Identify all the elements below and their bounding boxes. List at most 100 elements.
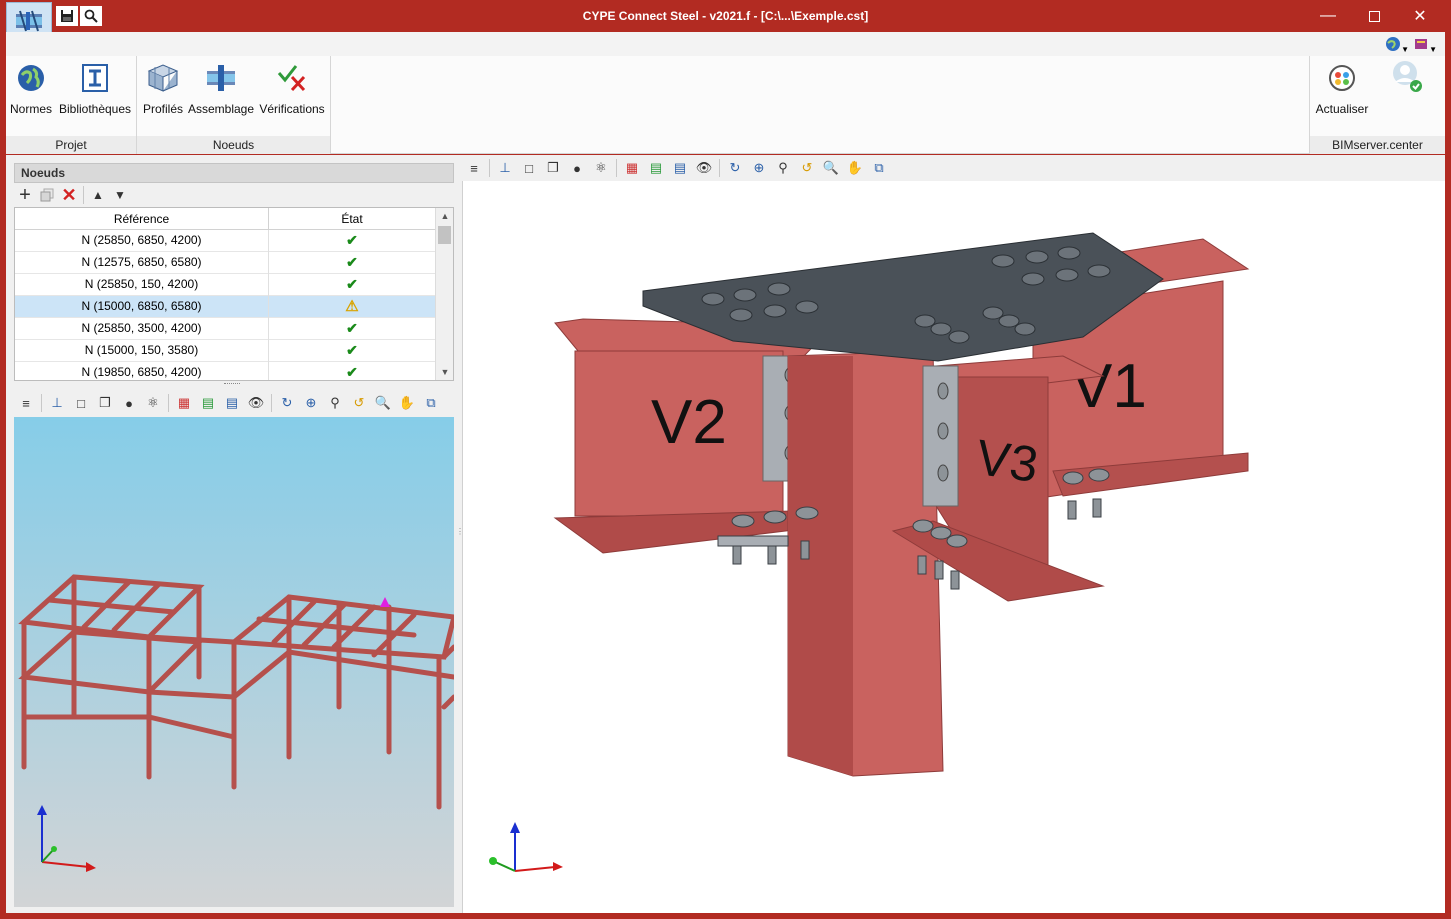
window-title: CYPE Connect Steel - v2021.f - [C:\...\E…: [582, 9, 869, 23]
bibliotheques-button[interactable]: Bibliothèques: [57, 58, 133, 134]
section-button[interactable]: ▤: [196, 392, 220, 414]
visibility-button[interactable]: 👁: [692, 157, 716, 179]
ribbon: Normes Bibliothèques Projet Profilés Ass…: [6, 56, 1445, 154]
maximize-icon: [1368, 10, 1380, 22]
separator: [168, 394, 169, 412]
plane-button[interactable]: ▤: [220, 392, 244, 414]
pan-button[interactable]: ✋: [843, 157, 867, 179]
verifications-button[interactable]: Vérifications: [258, 58, 326, 134]
maximize-button[interactable]: [1351, 0, 1397, 32]
render-button[interactable]: ●: [565, 157, 589, 179]
panel-splitter-handle[interactable]: [224, 383, 240, 387]
export-icon: ⧉: [874, 160, 884, 175]
view-splitter-handle[interactable]: ⋮: [456, 527, 464, 541]
beam-label-v2: V2: [651, 388, 727, 457]
zoom-window-button[interactable]: 🔍: [819, 157, 843, 179]
export-view-button[interactable]: ⧉: [419, 392, 443, 414]
scroll-down-icon[interactable]: ▼: [436, 364, 453, 380]
views-button[interactable]: ❐: [541, 157, 565, 179]
verifications-label: Vérifications: [259, 102, 325, 116]
main-axis-triad: [489, 822, 563, 872]
export-view-button[interactable]: ⧉: [867, 157, 891, 179]
minimize-button[interactable]: —: [1305, 0, 1351, 32]
assembly-icon: [207, 65, 235, 91]
zoom-window-button[interactable]: 🔍: [371, 392, 395, 414]
help-book-icon: [1415, 39, 1428, 49]
layers-button[interactable]: ≡: [14, 392, 38, 414]
table-header: Référence État: [15, 208, 435, 230]
zoom-extents-button[interactable]: ⊕: [747, 157, 771, 179]
refresh-view-button[interactable]: ↺: [347, 392, 371, 414]
section-button[interactable]: ▤: [644, 157, 668, 179]
add-node-button[interactable]: +: [14, 183, 36, 206]
render-button[interactable]: ●: [117, 392, 141, 414]
clip-button[interactable]: ▦: [620, 157, 644, 179]
connection-canvas: V1 V2 V3: [489, 232, 1250, 872]
scroll-up-icon[interactable]: ▲: [436, 208, 453, 224]
help-button[interactable]: ▼: [1413, 36, 1437, 55]
profiles-button[interactable]: Profilés: [141, 58, 185, 134]
delete-node-button[interactable]: ✕: [58, 185, 80, 205]
orbit-button[interactable]: ⚛: [141, 392, 165, 414]
table-row[interactable]: N (25850, 3500, 4200) ✔: [15, 318, 435, 340]
zoom-icon: ⚲: [778, 160, 788, 175]
connection-3d-view[interactable]: V1 V2 V3: [462, 181, 1445, 913]
axes-view-button[interactable]: ⊥: [45, 392, 69, 414]
user-account-button[interactable]: [1390, 60, 1424, 97]
orbit-button[interactable]: ⚛: [589, 157, 613, 179]
cube-icon: □: [77, 395, 85, 411]
axes-icon: ⊥: [499, 160, 511, 175]
cube-view-button[interactable]: □: [517, 157, 541, 179]
separator: [719, 159, 720, 177]
move-up-button[interactable]: ▲: [87, 185, 109, 205]
table-scrollbar[interactable]: ▲ ▼: [435, 208, 453, 380]
column-header-etat[interactable]: État: [269, 208, 435, 230]
actualiser-button[interactable]: Actualiser: [1312, 58, 1372, 134]
plane-button[interactable]: ▤: [668, 157, 692, 179]
structure-mini-view[interactable]: [14, 417, 454, 907]
client-area: Noeuds + ✕ ▲ ▼ Référence État N (25850, …: [6, 155, 1445, 913]
section-icon: ▤: [649, 160, 663, 175]
close-button[interactable]: ✕: [1397, 0, 1443, 32]
zoom-button[interactable]: ⚲: [771, 157, 795, 179]
pan-button[interactable]: ✋: [395, 392, 419, 414]
rotate-button[interactable]: ↻: [275, 392, 299, 414]
table-row[interactable]: N (15000, 150, 3580) ✔: [15, 340, 435, 362]
status-ok-icon: ✔: [346, 364, 358, 380]
table-row[interactable]: N (25850, 6850, 4200) ✔: [15, 230, 435, 252]
assemblage-button[interactable]: Assemblage: [187, 58, 255, 134]
hand-icon: ✋: [398, 395, 416, 410]
close-icon: ✕: [1413, 8, 1427, 25]
structure-canvas: [14, 417, 454, 907]
move-down-button[interactable]: ▼: [109, 185, 131, 205]
language-button[interactable]: ▼: [1385, 36, 1409, 55]
visibility-button[interactable]: 👁: [244, 392, 268, 414]
copy-node-button[interactable]: [36, 185, 58, 205]
export-icon: ⧉: [426, 395, 436, 410]
plus-icon: +: [19, 183, 31, 206]
normes-button[interactable]: Normes: [8, 58, 54, 134]
cube-view-button[interactable]: □: [69, 392, 93, 414]
zoom-button[interactable]: ⚲: [323, 392, 347, 414]
column-header-reference[interactable]: Référence: [15, 208, 269, 230]
views-icon: ❐: [99, 395, 111, 410]
separator: [271, 394, 272, 412]
clip-button[interactable]: ▦: [172, 392, 196, 414]
rotate-button[interactable]: ↻: [723, 157, 747, 179]
zoom-extents-button[interactable]: ⊕: [299, 392, 323, 414]
table-row[interactable]: N (12575, 6850, 6580) ✔: [15, 252, 435, 274]
beam-label-v3: V3: [973, 429, 1041, 493]
table-row[interactable]: N (19850, 6850, 4200) ✔: [15, 362, 435, 380]
profiles-icon: [147, 64, 179, 92]
refresh-view-button[interactable]: ↺: [795, 157, 819, 179]
views-icon: ❐: [547, 160, 559, 175]
table-row[interactable]: N (25850, 150, 4200) ✔: [15, 274, 435, 296]
axes-view-button[interactable]: ⊥: [493, 157, 517, 179]
minimize-icon: —: [1320, 7, 1336, 24]
layers-button[interactable]: ≡: [462, 157, 486, 179]
table-row[interactable]: N (15000, 6850, 6580) ⚠: [15, 296, 435, 318]
hand-icon: ✋: [846, 160, 864, 175]
views-button[interactable]: ❐: [93, 392, 117, 414]
status-warning-icon: ⚠: [345, 298, 359, 315]
scroll-thumb[interactable]: [438, 226, 451, 244]
